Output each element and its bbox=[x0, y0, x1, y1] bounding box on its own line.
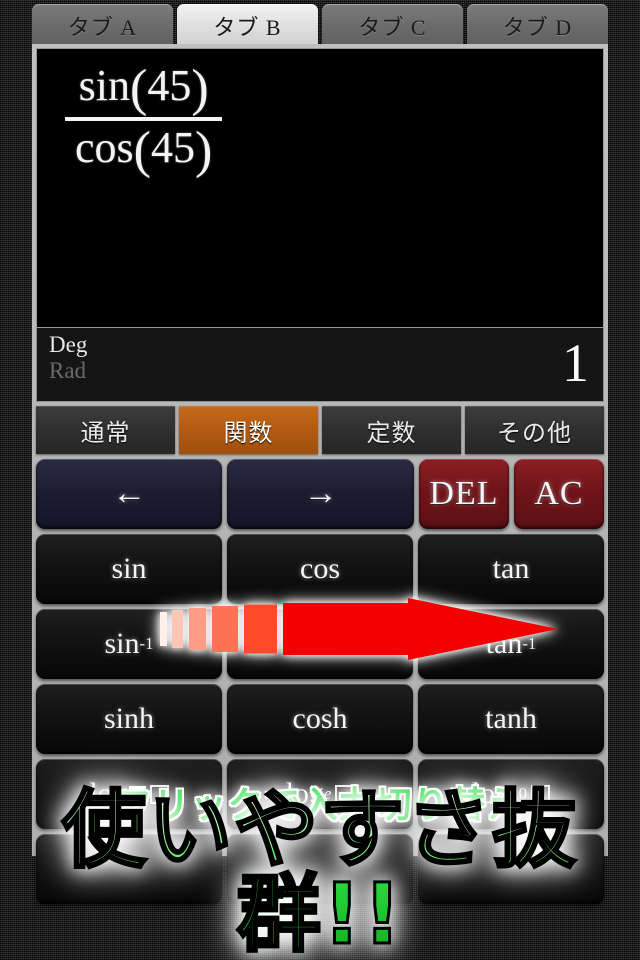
key-cosh[interactable]: cosh bbox=[227, 684, 413, 754]
key-tanh-label: tanh bbox=[485, 702, 537, 735]
delete-button-label: DEL bbox=[429, 475, 499, 512]
numerator-argument: 45 bbox=[147, 61, 192, 110]
numerator-paren-open: ( bbox=[130, 60, 148, 117]
formula-display[interactable]: sin(45) cos(45) bbox=[36, 48, 604, 328]
key-acos-exponent: -1 bbox=[333, 634, 347, 653]
category-tab-bar: 通常 関数 定数 その他 bbox=[36, 406, 604, 454]
key-acos[interactable]: cos -1 bbox=[227, 609, 413, 679]
category-tab-constants-label: 定数 bbox=[366, 420, 417, 447]
key-sinh-label: sinh bbox=[103, 702, 154, 735]
category-tab-other[interactable]: その他 bbox=[465, 406, 604, 454]
cursor-right-button[interactable]: → bbox=[227, 459, 414, 529]
category-tab-functions-label: 関数 bbox=[223, 420, 274, 447]
key-cosh-label: cosh bbox=[292, 702, 348, 735]
category-tab-normal-label: 通常 bbox=[80, 420, 131, 447]
keypad-row-inverse-trig: sin -1 cos -1 tan -1 bbox=[36, 609, 604, 679]
tab-a[interactable]: タブ A bbox=[32, 4, 173, 48]
tab-c[interactable]: タブ C bbox=[322, 4, 463, 48]
denominator-paren-close: ) bbox=[194, 122, 213, 179]
angle-mode-toggle[interactable]: Deg Rad bbox=[49, 332, 87, 384]
formula-fraction: sin(45) cos(45) bbox=[65, 60, 223, 177]
tab-d[interactable]: タブ D bbox=[467, 4, 608, 48]
tab-bar: タブ A タブ B タブ C タブ D bbox=[32, 4, 608, 48]
angle-mode-rad[interactable]: Rad bbox=[49, 358, 87, 384]
cursor-left-button[interactable]: ← bbox=[36, 459, 223, 529]
key-sin-label: sin bbox=[111, 552, 147, 585]
category-tab-other-label: その他 bbox=[497, 420, 572, 447]
category-tab-normal[interactable]: 通常 bbox=[36, 406, 175, 454]
delete-button[interactable]: DEL bbox=[418, 459, 509, 529]
calculator-panel: sin(45) cos(45) Deg Rad 1 通常 関数 定数 その他 ←… bbox=[32, 44, 608, 904]
fraction-numerator: sin(45) bbox=[69, 60, 219, 117]
key-cos-label: cos bbox=[300, 552, 340, 585]
all-clear-button[interactable]: AC bbox=[513, 459, 604, 529]
bottom-promo-banner: 使いやすさ抜群!! bbox=[0, 787, 640, 958]
tab-b-label: タブ B bbox=[213, 15, 282, 40]
key-acos-base: cos bbox=[293, 627, 333, 660]
keypad-row-navigation: ← → DEL AC bbox=[36, 459, 604, 529]
all-clear-button-label: AC bbox=[534, 475, 584, 512]
category-tab-functions[interactable]: 関数 bbox=[179, 406, 318, 454]
numerator-paren-close: ) bbox=[191, 60, 209, 117]
key-tan-label: tan bbox=[492, 552, 530, 585]
fraction: sin(45) cos(45) bbox=[65, 60, 223, 177]
key-asin[interactable]: sin -1 bbox=[36, 609, 222, 679]
key-sinh[interactable]: sinh bbox=[36, 684, 222, 754]
denominator-argument: 45 bbox=[150, 123, 195, 172]
fraction-denominator: cos(45) bbox=[65, 119, 222, 177]
result-value: 1 bbox=[562, 333, 589, 393]
tab-d-label: タブ D bbox=[502, 15, 573, 40]
numerator-function: sin bbox=[78, 61, 130, 110]
key-atan-base: tan bbox=[485, 627, 523, 660]
denominator-function: cos bbox=[75, 123, 134, 172]
key-atan-exponent: -1 bbox=[522, 634, 537, 653]
angle-mode-deg[interactable]: Deg bbox=[49, 332, 87, 358]
keypad-row-hyperbolic: sinh cosh tanh bbox=[36, 684, 604, 754]
arrow-left-icon: ← bbox=[112, 475, 147, 512]
key-tanh[interactable]: tanh bbox=[418, 684, 604, 754]
key-asin-base: sin bbox=[104, 627, 140, 660]
key-tan[interactable]: tan bbox=[418, 534, 604, 604]
status-bar: Deg Rad 1 bbox=[36, 328, 604, 402]
tab-b[interactable]: タブ B bbox=[177, 4, 318, 48]
denominator-paren-open: ( bbox=[133, 122, 151, 179]
category-tab-constants[interactable]: 定数 bbox=[322, 406, 461, 454]
key-asin-exponent: -1 bbox=[139, 634, 154, 653]
tab-c-label: タブ C bbox=[358, 15, 427, 40]
tab-a-label: タブ A bbox=[67, 15, 138, 40]
key-sin[interactable]: sin bbox=[36, 534, 222, 604]
arrow-right-icon: → bbox=[303, 475, 338, 512]
key-cos[interactable]: cos bbox=[227, 534, 413, 604]
key-atan[interactable]: tan -1 bbox=[418, 609, 604, 679]
keypad-row-trig: sin cos tan bbox=[36, 534, 604, 604]
calculator-app-screen: タブ A タブ B タブ C タブ D sin(45) cos(45) Deg … bbox=[0, 0, 640, 960]
